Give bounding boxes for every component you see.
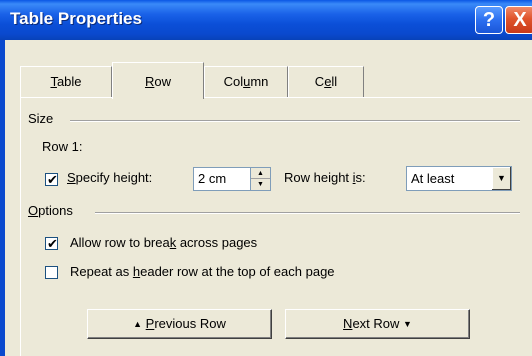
tab-row-label: ow <box>154 74 171 89</box>
row-height-mode-select[interactable]: At least ▼ <box>406 166 512 191</box>
row-height-value: 2 cm <box>198 171 227 186</box>
row-height-is-label: Row height is: <box>284 170 366 185</box>
next-row-label: ext Row <box>352 316 400 331</box>
row-height-input[interactable]: 2 cm <box>193 167 251 191</box>
previous-row-button[interactable]: ▲ Previous Row <box>87 309 272 339</box>
specify-height-text: pecify height: <box>75 170 153 185</box>
close-icon: X <box>513 9 527 31</box>
specify-height-accel: S <box>67 170 76 185</box>
repeat-header-pre: Repeat as <box>70 264 133 279</box>
row-number-label: Row 1: <box>42 139 83 154</box>
close-button[interactable]: X <box>505 6 532 34</box>
dropdown-arrow-icon[interactable]: ▼ <box>491 167 511 190</box>
window-title: Table Properties <box>10 9 142 28</box>
row-height-spinner[interactable]: ▲ ▼ <box>251 167 271 191</box>
tab-cell-label-pre: C <box>314 74 325 89</box>
tab-column[interactable]: Column <box>204 66 288 98</box>
tab-row[interactable]: Row <box>112 62 204 99</box>
tab-table-label: able <box>56 74 82 89</box>
repeat-header-checkbox[interactable] <box>45 266 58 279</box>
table-properties-dialog: Table Properties ? X Table Row Column Ce… <box>0 0 532 356</box>
next-row-button[interactable]: Next Row ▼ <box>285 309 470 339</box>
allow-break-pre: Allow row to brea <box>70 235 170 250</box>
window-border <box>0 40 5 356</box>
help-button[interactable]: ? <box>475 6 503 34</box>
size-group-divider <box>70 120 520 122</box>
options-rest: ptions <box>38 203 73 218</box>
row-height-mode-value: At least <box>411 171 455 186</box>
row-height-is-pre: Row height <box>284 170 353 185</box>
options-group-divider <box>95 212 520 214</box>
tab-column-label: mn <box>250 74 269 89</box>
tab-column-label-pre: Col <box>223 74 244 89</box>
allow-break-rest: across pages <box>176 235 258 250</box>
repeat-header-rest: eader row at the top of each page <box>140 264 335 279</box>
allow-break-label: Allow row to break across pages <box>70 235 257 250</box>
up-arrow-icon: ▲ <box>133 319 143 329</box>
specify-height-checkbox[interactable]: ✔ <box>45 172 58 187</box>
tab-table[interactable]: Table <box>20 66 112 98</box>
spin-up-icon[interactable]: ▲ <box>251 168 270 179</box>
row-height-is-rest: s: <box>355 170 366 185</box>
tab-cell-label: ll <box>331 74 338 89</box>
help-icon: ? <box>482 9 496 31</box>
tab-row-accel: R <box>144 74 155 89</box>
options-group-label: Options <box>28 203 73 218</box>
checkmark-icon: ✔ <box>47 236 58 251</box>
spin-down-icon[interactable]: ▼ <box>251 179 270 190</box>
title-bar[interactable]: Table Properties ? X <box>0 0 532 40</box>
down-arrow-icon: ▼ <box>403 319 412 329</box>
allow-break-checkbox[interactable]: ✔ <box>45 236 58 251</box>
checkmark-icon: ✔ <box>47 172 58 187</box>
tab-cell[interactable]: Cell <box>288 66 364 98</box>
specify-height-label: Specify height: <box>67 170 152 185</box>
options-accel: O <box>28 203 39 218</box>
size-group-label: Size <box>28 111 54 126</box>
repeat-header-label: Repeat as header row at the top of each … <box>70 264 335 279</box>
previous-row-label: revious Row <box>154 316 226 331</box>
